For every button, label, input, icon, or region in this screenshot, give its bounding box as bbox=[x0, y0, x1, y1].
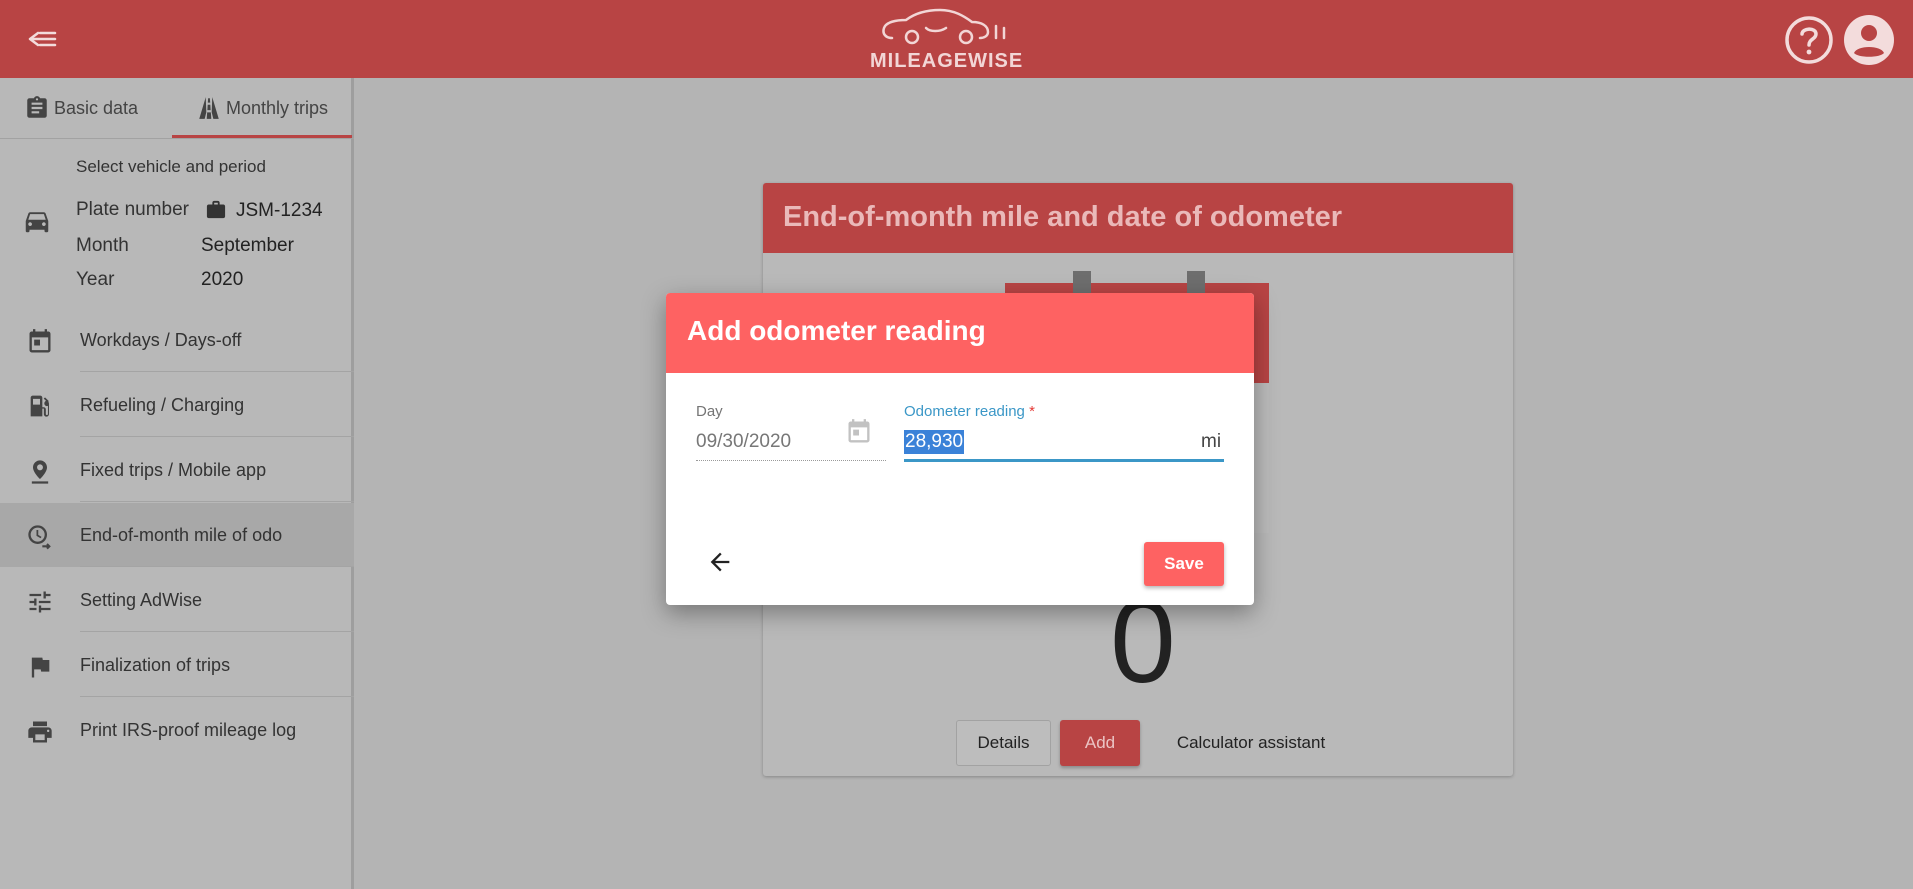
clipboard-icon bbox=[27, 96, 47, 118]
car-logo-icon bbox=[882, 8, 1006, 45]
year-label: Year bbox=[76, 269, 115, 290]
fuel-icon bbox=[26, 393, 54, 421]
odometer-icon bbox=[26, 523, 54, 551]
calendar-icon bbox=[26, 328, 54, 356]
sidebar-item-label: End-of-month mile of odo bbox=[80, 524, 283, 545]
sidebar: Basic data Monthly trips Select vehicle … bbox=[0, 78, 354, 889]
tab-basic-data-label: Basic data bbox=[54, 97, 139, 118]
collapse-menu-icon[interactable] bbox=[26, 24, 60, 54]
sidebar-item-adwise[interactable]: Setting AdWise bbox=[0, 568, 354, 632]
dialog-header: Add odometer reading bbox=[666, 293, 1254, 373]
sidebar-tabs: Basic data Monthly trips bbox=[0, 78, 354, 139]
printer-icon bbox=[26, 718, 54, 746]
odometer-reading-label-text: Odometer reading bbox=[904, 403, 1025, 420]
day-field: 09/30/2020 bbox=[696, 431, 792, 452]
sidebar-item-label: Refueling / Charging bbox=[80, 394, 245, 415]
sidebar-item-label: Setting AdWise bbox=[80, 589, 203, 610]
add-odometer-dialog: Add odometer reading Day 09/30/2020 Odom… bbox=[666, 293, 1254, 605]
odometer-reading-label: Odometer reading * bbox=[904, 403, 1035, 420]
car-icon bbox=[22, 206, 52, 241]
save-button[interactable]: Save bbox=[1144, 542, 1224, 586]
top-bar: MILEAGEWISE bbox=[0, 0, 1913, 78]
day-field-underline bbox=[696, 460, 886, 461]
card-title: End-of-month mile and date of odometer bbox=[783, 201, 1343, 233]
sidebar-item-fixed-trips[interactable]: Fixed trips / Mobile app bbox=[0, 438, 354, 502]
divider bbox=[80, 631, 354, 632]
sidebar-item-print[interactable]: Print IRS-proof mileage log bbox=[0, 698, 354, 762]
tab-monthly-trips[interactable]: Monthly trips bbox=[172, 78, 352, 138]
sidebar-item-label: Workdays / Days-off bbox=[80, 329, 242, 350]
calendar-icon bbox=[845, 418, 873, 451]
flag-icon bbox=[26, 653, 54, 681]
divider bbox=[80, 696, 354, 697]
help-icon[interactable] bbox=[1784, 15, 1834, 65]
day-label: Day bbox=[696, 403, 723, 420]
year-value: 2020 bbox=[201, 269, 244, 290]
briefcase-icon bbox=[205, 200, 227, 225]
month-value: September bbox=[201, 235, 294, 256]
unit-label: mi bbox=[1201, 431, 1222, 452]
logo-text: MILEAGEWISE bbox=[870, 50, 1024, 72]
sidebar-item-workdays[interactable]: Workdays / Days-off bbox=[0, 308, 354, 372]
account-icon[interactable] bbox=[1843, 14, 1895, 66]
details-button[interactable]: Details bbox=[956, 720, 1051, 766]
odometer-reading-input[interactable]: 28,930 bbox=[904, 430, 965, 454]
sidebar-item-label: Fixed trips / Mobile app bbox=[80, 459, 267, 480]
active-tab-indicator bbox=[172, 135, 352, 138]
sidebar-item-refueling[interactable]: Refueling / Charging bbox=[0, 373, 354, 437]
sidebar-item-finalization[interactable]: Finalization of trips bbox=[0, 633, 354, 697]
card-header: End-of-month mile and date of odometer bbox=[763, 183, 1513, 253]
calculator-assistant-button[interactable]: Calculator assistant bbox=[1161, 720, 1341, 766]
tab-basic-data[interactable]: Basic data bbox=[24, 78, 172, 138]
tab-monthly-trips-label: Monthly trips bbox=[225, 97, 329, 118]
vehicle-section-title: Select vehicle and period bbox=[76, 157, 266, 176]
required-mark: * bbox=[1029, 403, 1035, 420]
app-logo: MILEAGEWISE bbox=[870, 6, 1024, 72]
add-button[interactable]: Add bbox=[1060, 720, 1140, 766]
dialog-title: Add odometer reading bbox=[687, 315, 986, 346]
sidebar-item-end-of-month[interactable]: End-of-month mile of odo bbox=[0, 503, 354, 567]
sliders-icon bbox=[26, 588, 54, 616]
sidebar-item-label: Finalization of trips bbox=[80, 654, 231, 675]
month-label: Month bbox=[76, 235, 129, 256]
divider bbox=[80, 501, 354, 502]
road-icon bbox=[199, 97, 219, 119]
location-pin-icon bbox=[26, 458, 54, 486]
divider bbox=[80, 436, 354, 437]
divider bbox=[80, 566, 354, 567]
sidebar-item-label: Print IRS-proof mileage log bbox=[80, 719, 297, 740]
plate-number-value: JSM-1234 bbox=[236, 200, 323, 221]
odometer-input-underline bbox=[904, 459, 1224, 462]
back-arrow-icon[interactable] bbox=[706, 548, 734, 576]
plate-number-label: Plate number bbox=[76, 199, 190, 220]
divider bbox=[80, 371, 354, 372]
